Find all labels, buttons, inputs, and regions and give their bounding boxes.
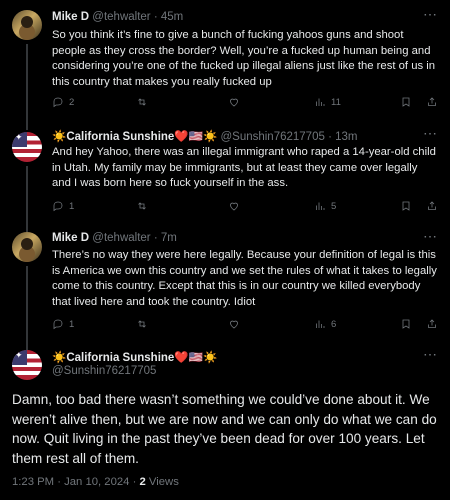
share-icon — [428, 201, 436, 210]
thread-line — [26, 122, 28, 130]
views-count: 5 — [331, 200, 337, 212]
main-tweet: ☀️California Sunshine❤️🇺🇸☀️ @Sunshin7621… — [0, 344, 450, 500]
author-name[interactable]: ☀️California Sunshine❤️🇺🇸☀️ — [52, 131, 217, 143]
views-count: 11 — [331, 96, 341, 108]
tweet-actions: 2 11 — [52, 96, 438, 110]
author-handle[interactable]: @tehwalter — [92, 11, 150, 23]
retweet-icon — [138, 320, 146, 328]
author-handle[interactable]: @Sunshin76217705 — [220, 131, 324, 143]
reply-button[interactable]: 1 — [52, 318, 74, 330]
views-button[interactable]: 11 — [314, 96, 341, 108]
tweet-text: And hey Yahoo, there was an illegal immi… — [52, 146, 436, 189]
analytics-icon — [316, 202, 325, 210]
bookmark-icon — [402, 201, 410, 211]
more-icon[interactable]: ⋯ — [423, 228, 438, 245]
tweet-text: Damn, too bad there wasn’t something we … — [12, 392, 437, 466]
avatar[interactable] — [12, 232, 42, 262]
share-icon — [428, 319, 436, 328]
thread-line — [26, 266, 28, 344]
author-name[interactable]: ☀️California Sunshine❤️🇺🇸☀️ — [52, 350, 217, 364]
avatar[interactable] — [12, 10, 42, 40]
bookmark-icon — [402, 97, 410, 107]
like-button[interactable] — [228, 200, 240, 212]
tweet-2[interactable]: ☀️California Sunshine❤️🇺🇸☀️ @Sunshin7621… — [0, 122, 450, 226]
heart-icon — [230, 202, 238, 211]
bookmark-button[interactable] — [400, 318, 412, 330]
like-button[interactable] — [228, 318, 240, 330]
retweet-button[interactable] — [136, 318, 148, 330]
share-button[interactable] — [426, 200, 438, 212]
more-icon[interactable]: ⋯ — [423, 6, 438, 23]
tweet-meta: 1:23 PM · Jan 10, 2024 · 2 Views — [12, 476, 179, 488]
tweet-1[interactable]: Mike D @tehwalter · 45m ⋯ So you think i… — [0, 0, 450, 122]
heart-icon — [230, 98, 238, 107]
share-icon — [428, 97, 436, 106]
tweet-time[interactable]: · 45m — [154, 11, 183, 23]
views-button[interactable]: 5 — [314, 200, 336, 212]
bookmark-button[interactable] — [400, 96, 412, 108]
thread-line — [26, 166, 28, 226]
share-button[interactable] — [426, 318, 438, 330]
more-icon[interactable]: ⋯ — [423, 125, 438, 142]
bookmark-button[interactable] — [400, 200, 412, 212]
views-count: 6 — [331, 318, 337, 330]
retweet-button[interactable] — [136, 200, 148, 212]
author-handle[interactable]: @tehwalter — [92, 232, 150, 244]
tweet-actions: 1 5 — [52, 200, 438, 214]
reply-icon — [53, 97, 63, 108]
avatar[interactable] — [12, 350, 42, 380]
tweet-header: ☀️California Sunshine❤️🇺🇸☀️ @Sunshin7621… — [52, 129, 438, 143]
reply-count: 1 — [69, 200, 75, 212]
tweet-header: Mike D @tehwalter · 7m — [52, 232, 438, 244]
reply-icon — [53, 201, 63, 212]
tweet-timestamp[interactable]: 1:23 PM · Jan 10, 2024 · — [12, 476, 139, 488]
tweet-header: Mike D @tehwalter · 45m — [52, 11, 438, 23]
thread-line — [26, 44, 28, 122]
analytics-icon — [316, 98, 325, 106]
avatar[interactable] — [12, 132, 42, 162]
tweet-text: There’s no way they were here legally. B… — [52, 249, 437, 308]
heart-icon — [230, 320, 238, 329]
like-button[interactable] — [228, 96, 240, 108]
tweet-actions: 1 6 — [52, 318, 438, 332]
views-label: Views — [145, 476, 179, 488]
author-name[interactable]: Mike D — [52, 232, 89, 244]
reply-button[interactable]: 1 — [52, 200, 74, 212]
retweet-icon — [138, 202, 146, 210]
author-handle[interactable]: @Sunshin76217705 — [52, 365, 156, 377]
bookmark-icon — [402, 319, 410, 329]
analytics-icon — [316, 320, 325, 328]
reply-icon — [53, 319, 63, 330]
retweet-icon — [138, 98, 146, 106]
tweet-time[interactable]: · 7m — [154, 232, 177, 244]
author-name[interactable]: Mike D — [52, 11, 89, 23]
more-icon[interactable]: ⋯ — [423, 346, 438, 363]
retweet-button[interactable] — [136, 96, 148, 108]
views-button[interactable]: 6 — [314, 318, 336, 330]
share-button[interactable] — [426, 96, 438, 108]
tweet-text: So you think it’s fine to give a bunch o… — [52, 29, 436, 88]
reply-count: 2 — [69, 96, 75, 108]
reply-count: 1 — [69, 318, 75, 330]
reply-button[interactable]: 2 — [52, 96, 74, 108]
tweet-3[interactable]: Mike D @tehwalter · 7m ⋯ There’s no way … — [0, 226, 450, 344]
tweet-time[interactable]: · 13m — [328, 131, 357, 143]
